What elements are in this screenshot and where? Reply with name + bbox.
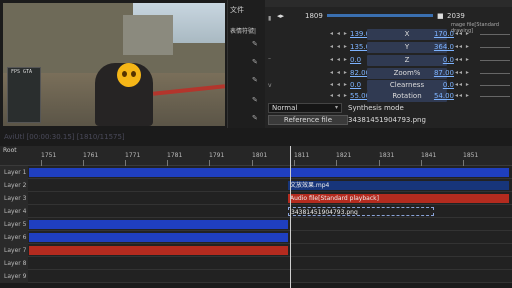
- aviutl-window: FPS GTA 文件 表情符號| ✎ ✎ ✎ ✎ ✎ ◂▸ 1809 ■ 203…: [0, 0, 512, 288]
- ruler-tick-label: 1801: [252, 152, 268, 159]
- timeline-object-audio[interactable]: Audio file[Standard playback]: [288, 194, 509, 203]
- frame-end-marker-icon: ■: [437, 12, 444, 20]
- property-row-z: ◂ ◂ ▸ 0.0 Z 0.0 ◂◂ ▸: [265, 55, 512, 66]
- timeline-object-image[interactable]: 34381451904793.png: [288, 207, 434, 216]
- property-row-x: ◂ ◂ ▸ 139.0 X 170.0 ◂◂ ▸: [265, 29, 512, 40]
- ruler-tick-label: 1791: [209, 152, 225, 159]
- property-row-clearness: ◂ ◂ ▸ 0.0 Clearness 0.0 ◂◂ ▸: [265, 80, 512, 91]
- clearness-end-value[interactable]: 0.0: [418, 81, 454, 89]
- layer-label[interactable]: Layer 3: [0, 192, 28, 205]
- timeline-layers: Layer 1 Layer 2 文放效果.mp4 Layer 3 Audio f…: [0, 166, 512, 288]
- frame-end-value[interactable]: 2039: [447, 12, 465, 20]
- property-row-y: ◂ ◂ ▸ 135.0 Y 364.0 ◂◂ ▸: [265, 42, 512, 53]
- timeline-title: AviUtl [00:00:30.15] [1810/11575]: [4, 133, 125, 141]
- y-slider[interactable]: [480, 47, 510, 48]
- layer-row[interactable]: Layer 7: [0, 244, 512, 257]
- toggle-icon[interactable]: ▮: [268, 15, 271, 22]
- spin-controls-icon[interactable]: ◂◂ ▸: [455, 30, 470, 37]
- properties-titlebar: [265, 0, 512, 7]
- laughing-emoji-icon[interactable]: [117, 63, 141, 87]
- layer-label[interactable]: Layer 1: [0, 166, 28, 179]
- timeline-ruler[interactable]: Root 1751 1761 1771 1781 1791 1801 1811 …: [0, 146, 512, 166]
- layer-row[interactable]: Layer 8: [0, 257, 512, 270]
- pin-icon[interactable]: ✎: [252, 96, 258, 104]
- layer-label[interactable]: Layer 9: [0, 270, 28, 283]
- ruler-tick-label: 1821: [336, 152, 352, 159]
- timeline-object[interactable]: [29, 246, 288, 255]
- preview-building: [123, 15, 173, 55]
- x-slider[interactable]: [480, 34, 510, 35]
- layer-label[interactable]: Layer 6: [0, 231, 28, 244]
- spin-controls-icon[interactable]: ◂ ◂ ▸: [330, 92, 348, 99]
- spin-controls-icon[interactable]: ◂◂ ▸: [455, 56, 470, 63]
- preview-hud-text: FPS GTA: [11, 69, 33, 75]
- pin-icon[interactable]: ✎: [252, 114, 258, 122]
- spin-controls-icon[interactable]: ◂ ◂ ▸: [330, 69, 348, 76]
- root-button[interactable]: Root: [3, 147, 27, 156]
- reference-file-button[interactable]: Reference file: [268, 115, 348, 125]
- ruler-tick-label: 1761: [83, 152, 99, 159]
- layer-label[interactable]: Layer 7: [0, 244, 28, 257]
- x-end-value[interactable]: 170.0: [418, 30, 454, 38]
- timeline-object[interactable]: [29, 220, 288, 229]
- layer-row[interactable]: Layer 5: [0, 218, 512, 231]
- zoom-end-value[interactable]: 87.00: [418, 69, 454, 77]
- property-row-rotation: ◂ ◂ ▸ 55.00 Rotation 54.00 ◂◂ ▸: [265, 91, 512, 102]
- rotation-slider[interactable]: [480, 96, 510, 97]
- layer-label[interactable]: Layer 4: [0, 205, 28, 218]
- ruler-tick-label: 1751: [41, 152, 57, 159]
- timeline-object-video[interactable]: 文放效果.mp4: [288, 181, 509, 190]
- spin-controls-icon[interactable]: ◂◂ ▸: [455, 43, 470, 50]
- pin-icon[interactable]: ✎: [252, 76, 258, 84]
- spin-controls-icon[interactable]: ◂◂ ▸: [455, 81, 470, 88]
- ruler-tick-label: 1831: [379, 152, 395, 159]
- layer-row[interactable]: Layer 3 Audio file[Standard playback]: [0, 192, 512, 205]
- y-end-value[interactable]: 364.0: [418, 43, 454, 51]
- pin-icon[interactable]: ✎: [252, 40, 258, 48]
- pin-icon[interactable]: ✎: [252, 58, 258, 66]
- layer-label[interactable]: Layer 8: [0, 257, 28, 270]
- file-menu[interactable]: 文件: [230, 5, 244, 15]
- spin-controls-icon[interactable]: ◂ ◂ ▸: [330, 43, 348, 50]
- ruler-tick-label: 1851: [463, 152, 479, 159]
- spin-controls-icon[interactable]: ◂◂ ▸: [455, 92, 470, 99]
- object-properties-panel: ◂▸ 1809 ■ 2039 mage file[Standard drawin…: [265, 0, 512, 128]
- layer-row[interactable]: Layer 4 34381451904793.png: [0, 205, 512, 218]
- blend-mode-value: Normal: [272, 104, 298, 112]
- layer-label[interactable]: Layer 2: [0, 179, 28, 192]
- layer-row[interactable]: Layer 6: [0, 231, 512, 244]
- z-end-value[interactable]: 0.0: [418, 56, 454, 64]
- layer-label[interactable]: Layer 5: [0, 218, 28, 231]
- ruler-tick-label: 1841: [421, 152, 437, 159]
- layer-row[interactable]: Layer 1: [0, 166, 512, 179]
- object-list-panel: 文件 表情符號| ✎ ✎ ✎ ✎ ✎: [227, 0, 265, 128]
- reference-filename: 34381451904793.png: [348, 116, 426, 124]
- timeline-object[interactable]: [29, 233, 288, 242]
- frame-start-value[interactable]: 1809: [305, 12, 323, 20]
- zoom-slider[interactable]: [480, 73, 510, 74]
- ruler-tick-label: 1771: [125, 152, 141, 159]
- spin-controls-icon[interactable]: ◂ ◂ ▸: [330, 81, 348, 88]
- preview-minimap: [7, 67, 41, 123]
- selected-object-label: 表情符號|: [230, 28, 257, 35]
- layer-row[interactable]: Layer 9: [0, 270, 512, 283]
- blend-mode-select[interactable]: Normal ▾: [268, 103, 342, 113]
- video-preview: FPS GTA: [3, 3, 225, 126]
- playhead-cursor[interactable]: [290, 146, 291, 288]
- spin-controls-icon[interactable]: ◂◂ ▸: [455, 69, 470, 76]
- layer-row[interactable]: Layer 2 文放效果.mp4: [0, 179, 512, 192]
- clearness-slider[interactable]: [480, 85, 510, 86]
- property-row-zoom: ◂ ◂ ▸ 82.00 Zoom% 87.00 ◂◂ ▸: [265, 68, 512, 79]
- frame-range-bar[interactable]: [327, 14, 433, 17]
- synthesis-mode-label: Synthesis mode: [348, 104, 404, 112]
- spin-controls-icon[interactable]: ◂ ◂ ▸: [330, 30, 348, 37]
- timeline-header: AviUtl [00:00:30.15] [1810/11575]: [0, 130, 512, 144]
- ruler-tick-label: 1781: [167, 152, 183, 159]
- spin-controls-icon[interactable]: ◂ ◂ ▸: [330, 56, 348, 63]
- ruler-tick-label: 1811: [294, 152, 310, 159]
- timeline-object[interactable]: [29, 168, 509, 177]
- chevron-down-icon: ▾: [334, 104, 338, 111]
- z-slider[interactable]: [480, 60, 510, 61]
- rotation-end-value[interactable]: 54.00: [418, 92, 454, 100]
